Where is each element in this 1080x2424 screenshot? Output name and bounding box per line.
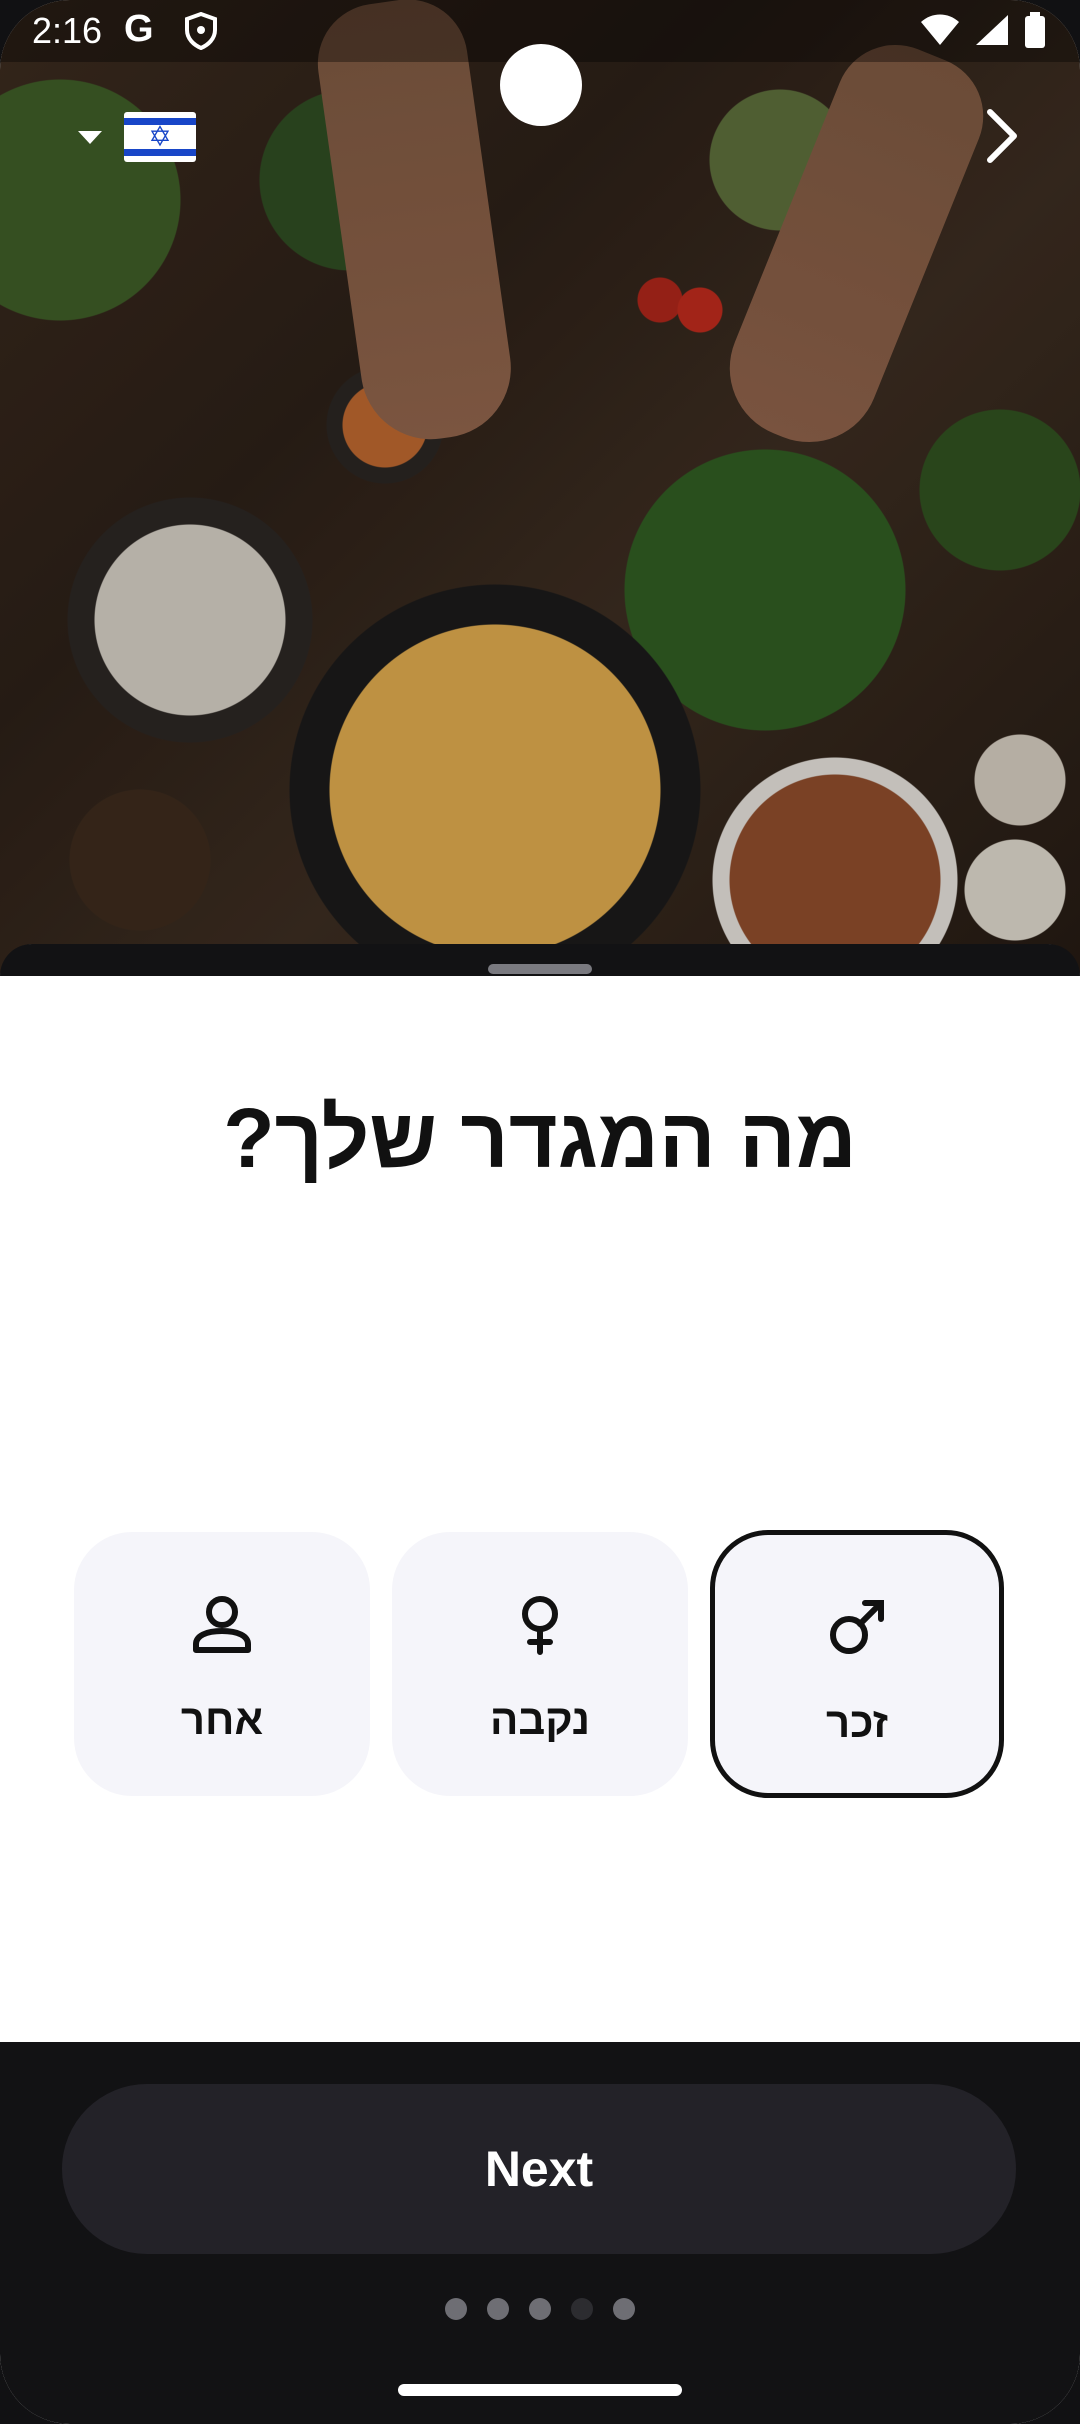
page-title: מה המגדר שלך? — [223, 1091, 857, 1185]
wifi-icon — [920, 13, 960, 52]
signal-icon — [974, 13, 1010, 52]
next-button[interactable]: Next — [62, 2084, 1016, 2254]
gender-option-male[interactable]: זכר — [710, 1530, 1004, 1798]
pagination-dots — [0, 2298, 1080, 2320]
page-dot — [613, 2298, 635, 2320]
caret-down-icon — [78, 130, 102, 144]
app-screen: 2:16 G ✡ מה המגדר שלך? זכר נקבה אחר Next — [0, 0, 1080, 2424]
google-icon: G — [124, 8, 154, 50]
camera-cutout — [500, 44, 582, 126]
status-time: 2:16 — [32, 10, 103, 51]
gender-option-other[interactable]: אחר — [74, 1532, 370, 1796]
female-icon — [392, 1592, 688, 1661]
home-indicator[interactable] — [398, 2384, 682, 2396]
page-dot-active — [571, 2298, 593, 2320]
chevron-right-icon[interactable] — [980, 104, 1024, 173]
language-picker[interactable]: ✡ — [78, 112, 196, 162]
status-right-icons — [920, 12, 1046, 53]
page-dot — [529, 2298, 551, 2320]
israel-flag-icon: ✡ — [124, 112, 196, 162]
male-icon — [715, 1595, 999, 1664]
battery-icon — [1024, 12, 1046, 53]
option-label-other: אחר — [180, 1696, 264, 1743]
drag-handle[interactable] — [488, 964, 592, 974]
page-dot — [487, 2298, 509, 2320]
person-icon — [74, 1592, 370, 1661]
gender-option-female[interactable]: נקבה — [392, 1532, 688, 1796]
shield-icon — [184, 11, 218, 55]
page-dot — [445, 2298, 467, 2320]
option-label-male: זכר — [826, 1699, 888, 1746]
option-label-female: נקבה — [490, 1696, 590, 1743]
